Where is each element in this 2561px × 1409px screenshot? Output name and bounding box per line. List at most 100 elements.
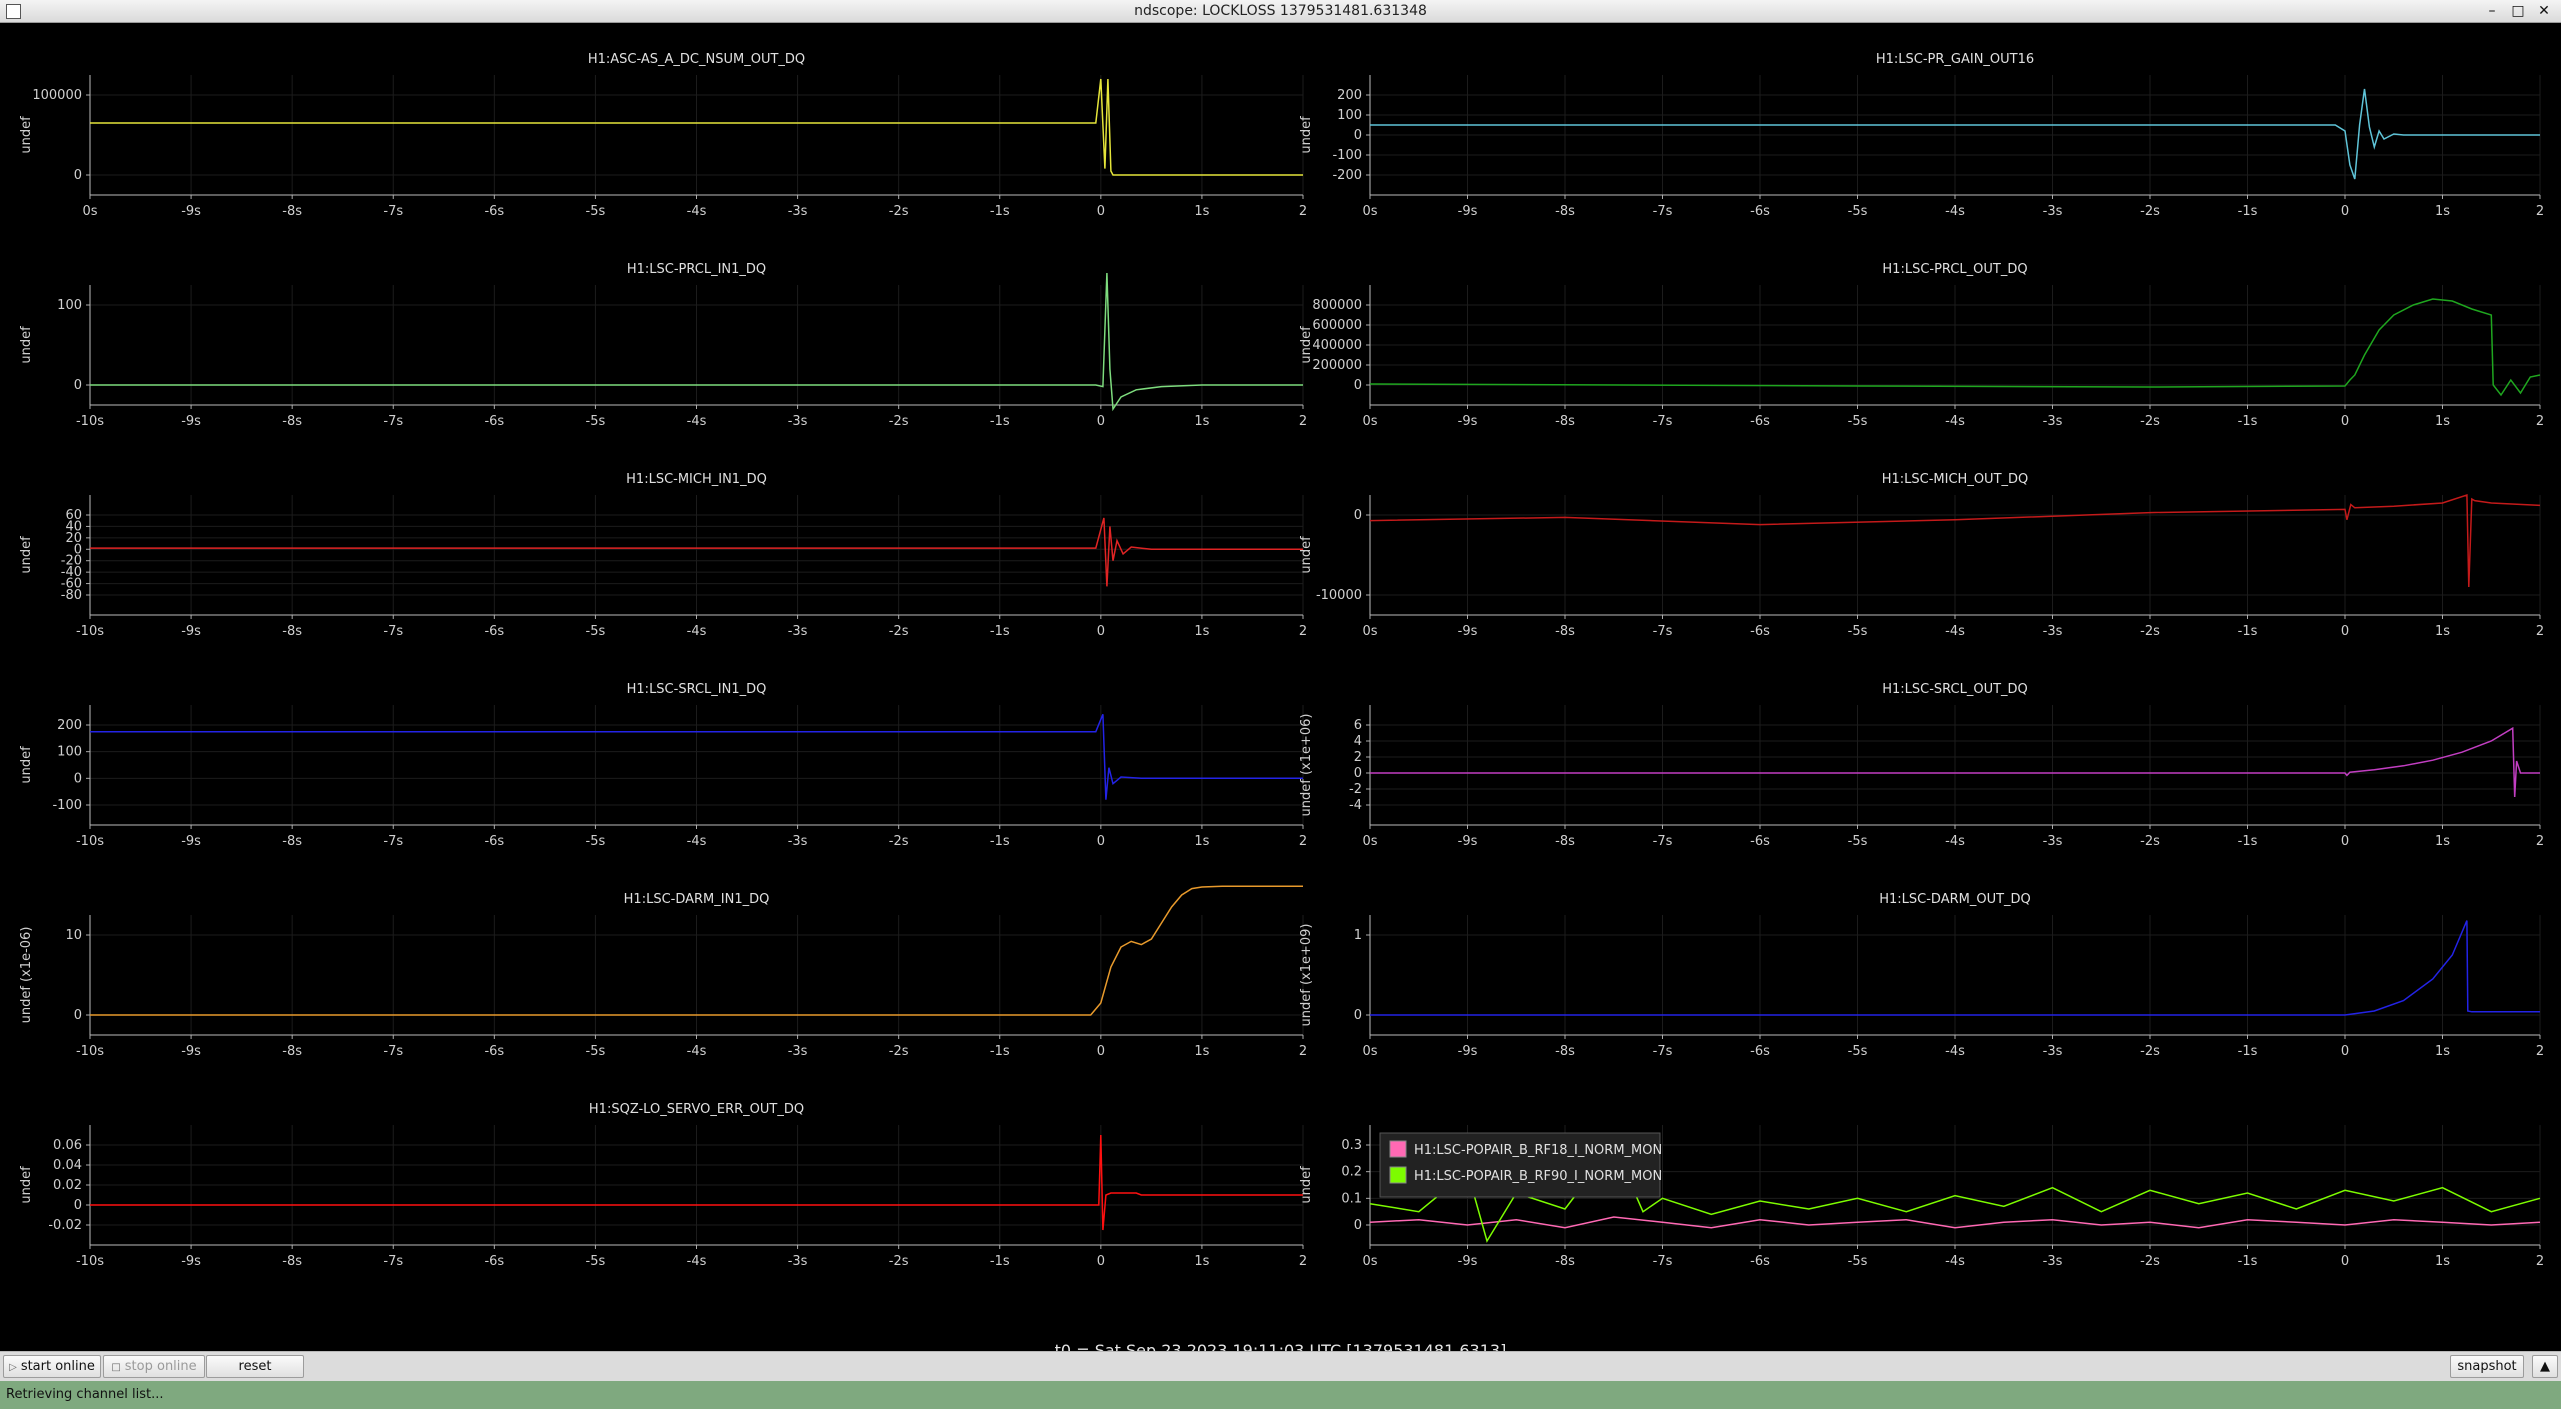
x-tick-label: -2s xyxy=(889,204,909,219)
plots-grid[interactable]: 0s -9s -8s -7s -6s -5s -4s -3s -2s -1s 0 1s 21000000… xyxy=(0,23,2561,1333)
legend-label: H1:LSC-POPAIR_B_RF90_I_NORM_MON xyxy=(1414,1169,1662,1184)
x-tick-label: 0 xyxy=(1097,834,1105,849)
chart-panel-6[interactable]: 0s -9s -8s -7s -6s -5s -4s -3s -2s -1s 0 1s 2 0 -10000… xyxy=(1299,472,2544,639)
x-tick-label: -4s xyxy=(1945,624,1965,639)
maximize-icon[interactable]: □ xyxy=(2509,2,2527,20)
x-tick-label: -8s xyxy=(1555,1254,1575,1269)
chart-panel-7[interactable]: -10s -9s -8s -7s -6s -5s -4s -3s -2s -1s 0 1s 2 200 10… xyxy=(19,682,1307,849)
y-tick-label: -2 xyxy=(1349,782,1362,797)
y-tick-label: 0 xyxy=(74,1008,82,1023)
collapse-icon[interactable]: ▲ xyxy=(2532,1355,2558,1378)
x-tick-label: 0 xyxy=(1097,1254,1105,1269)
x-tick-label: 0 xyxy=(2341,624,2349,639)
plot-area[interactable]: 0s -9s -8s -7s -6s -5s -4s -3s -2s -1s 0 1s 2 100000 0… xyxy=(0,23,2561,1360)
y-tick-label: 200000 xyxy=(1312,358,1362,373)
stop-icon: □ xyxy=(111,1362,121,1373)
y-tick-label: -80 xyxy=(61,588,82,603)
x-tick-label: -4s xyxy=(1945,1044,1965,1059)
x-tick-label: -1s xyxy=(990,204,1010,219)
chart-panel-9[interactable]: -10s -9s -8s -7s -6s -5s -4s -3s -2s -1s 0 1s 2 10 0 H1… xyxy=(19,885,1307,1059)
start-online-button[interactable]: ▷ start online xyxy=(3,1355,101,1378)
x-tick-label: -8s xyxy=(1555,204,1575,219)
y-tick-label: 0 xyxy=(1354,508,1362,523)
chart-panel-2[interactable]: 0s -9s -8s -7s -6s -5s -4s -3s -2s -1s 0 1s 2 200 100 0… xyxy=(1299,52,2544,219)
x-tick-label: 1s xyxy=(1194,624,1209,639)
x-tick-label: 0 xyxy=(2341,1044,2349,1059)
chart-title: H1:LSC-PRCL_IN1_DQ xyxy=(627,262,766,277)
x-tick-label: 1s xyxy=(2435,624,2450,639)
x-tick-label: -9s xyxy=(181,1254,201,1269)
y-tick-label: 100 xyxy=(57,298,82,313)
chart-title: H1:LSC-PR_GAIN_OUT16 xyxy=(1876,52,2034,67)
chart-title: H1:LSC-SRCL_IN1_DQ xyxy=(627,682,767,697)
y-axis-label: undef xyxy=(19,116,34,154)
minimize-icon[interactable]: – xyxy=(2483,2,2501,20)
x-tick-label: 2 xyxy=(2536,834,2544,849)
x-tick-label: 1s xyxy=(1194,204,1209,219)
chart-title: H1:LSC-DARM_IN1_DQ xyxy=(624,892,770,907)
x-tick-label: -3s xyxy=(2043,414,2063,429)
chart-panel-10[interactable]: 0s -9s -8s -7s -6s -5s -4s -3s -2s -1s 0 1s 2 1 0 H1:LS… xyxy=(1299,892,2544,1059)
x-tick-label: -3s xyxy=(2043,1044,2063,1059)
y-tick-label: 0 xyxy=(1354,378,1362,393)
y-tick-label: -4 xyxy=(1349,798,1362,813)
x-tick-label: -7s xyxy=(383,1044,403,1059)
x-tick-label: -6s xyxy=(1750,834,1770,849)
x-tick-label: -2s xyxy=(2140,624,2160,639)
x-tick-label: -8s xyxy=(282,1044,302,1059)
x-tick-label: -8s xyxy=(1555,414,1575,429)
x-tick-label: -4s xyxy=(687,834,707,849)
y-tick-label: 600000 xyxy=(1312,318,1362,333)
stop-online-button[interactable]: □ stop online xyxy=(103,1355,205,1378)
chart-title: H1:SQZ-LO_SERVO_ERR_OUT_DQ xyxy=(589,1102,804,1117)
x-tick-label: -4s xyxy=(687,1254,707,1269)
play-icon: ▷ xyxy=(9,1362,17,1373)
y-axis-label: undef xyxy=(1299,536,1314,574)
x-tick-label: -5s xyxy=(1848,834,1868,849)
snapshot-button[interactable]: snapshot xyxy=(2450,1355,2524,1378)
y-tick-label: 6 xyxy=(1354,718,1362,733)
x-tick-label: -5s xyxy=(1848,414,1868,429)
x-tick-label: -3s xyxy=(788,1254,808,1269)
x-tick-label: -4s xyxy=(1945,834,1965,849)
x-tick-label: -7s xyxy=(383,204,403,219)
x-tick-label: -9s xyxy=(1458,1044,1478,1059)
chart-panel-5[interactable]: -10s -9s -8s -7s -6s -5s -4s -3s -2s -1s 0 1s 260402… xyxy=(19,472,1307,639)
x-tick-label: -6s xyxy=(484,624,504,639)
x-tick-label: 2 xyxy=(2536,624,2544,639)
x-tick-label: -9s xyxy=(1458,834,1478,849)
x-tick-label: 0 xyxy=(1097,1044,1105,1059)
reset-button[interactable]: reset xyxy=(206,1355,304,1378)
y-tick-label: -100 xyxy=(52,798,82,813)
chart-title: H1:LSC-SRCL_OUT_DQ xyxy=(1882,682,2028,697)
x-tick-label: 1s xyxy=(1194,1254,1209,1269)
x-tick-label: -4s xyxy=(1945,414,1965,429)
chart-panel-3[interactable]: -10s -9s -8s -7s -6s -5s -4s -3s -2s -1s 0 1s 2 100 0 H… xyxy=(19,262,1307,429)
x-tick-label: 1s xyxy=(2435,834,2450,849)
x-tick-label: -6s xyxy=(1750,204,1770,219)
chart-panel-4[interactable]: 0s -9s -8s -7s -6s -5s -4s -3s -2s -1s 0 1s 2 800000 6… xyxy=(1299,262,2544,429)
x-tick-label: -2s xyxy=(889,1044,909,1059)
y-tick-label: 100 xyxy=(57,745,82,760)
x-tick-label: 2 xyxy=(1299,1254,1307,1269)
chart-panel-1[interactable]: 0s -9s -8s -7s -6s -5s -4s -3s -2s -1s 0 1s 2 100000 0… xyxy=(19,52,1307,219)
chart-title: H1:LSC-PRCL_OUT_DQ xyxy=(1882,262,2027,277)
y-tick-label: 0 xyxy=(74,168,82,183)
y-tick-label: 10 xyxy=(65,928,82,943)
chart-panel-12[interactable]: 0s -9s -8s -7s -6s -5s -4s -3s -2s -1s 0 1s 2 0.3 0.2 0… xyxy=(1299,1125,2544,1269)
x-tick-label: -9s xyxy=(181,624,201,639)
close-icon[interactable]: ✕ xyxy=(2535,2,2553,20)
x-tick-label: -5s xyxy=(1848,204,1868,219)
x-tick-label: -9s xyxy=(1458,204,1478,219)
x-tick-label: -2s xyxy=(889,834,909,849)
x-tick-label: 1s xyxy=(2435,204,2450,219)
x-tick-label: 0s xyxy=(1362,624,1377,639)
legend-swatch xyxy=(1389,1140,1407,1158)
y-tick-label: 0.1 xyxy=(1341,1191,1362,1206)
x-tick-label: -2s xyxy=(889,1254,909,1269)
x-tick-label: -7s xyxy=(383,834,403,849)
y-tick-label: 100 xyxy=(1337,108,1362,123)
chart-panel-8[interactable]: 0s -9s -8s -7s -6s -5s -4s -3s -2s -1s 0 1s 26420-2-… xyxy=(1299,682,2544,849)
chart-title: H1:LSC-MICH_OUT_DQ xyxy=(1882,472,2029,487)
chart-panel-11[interactable]: -10s -9s -8s -7s -6s -5s -4s -3s -2s -1s 0 1s 2 0.06 0… xyxy=(19,1102,1307,1269)
